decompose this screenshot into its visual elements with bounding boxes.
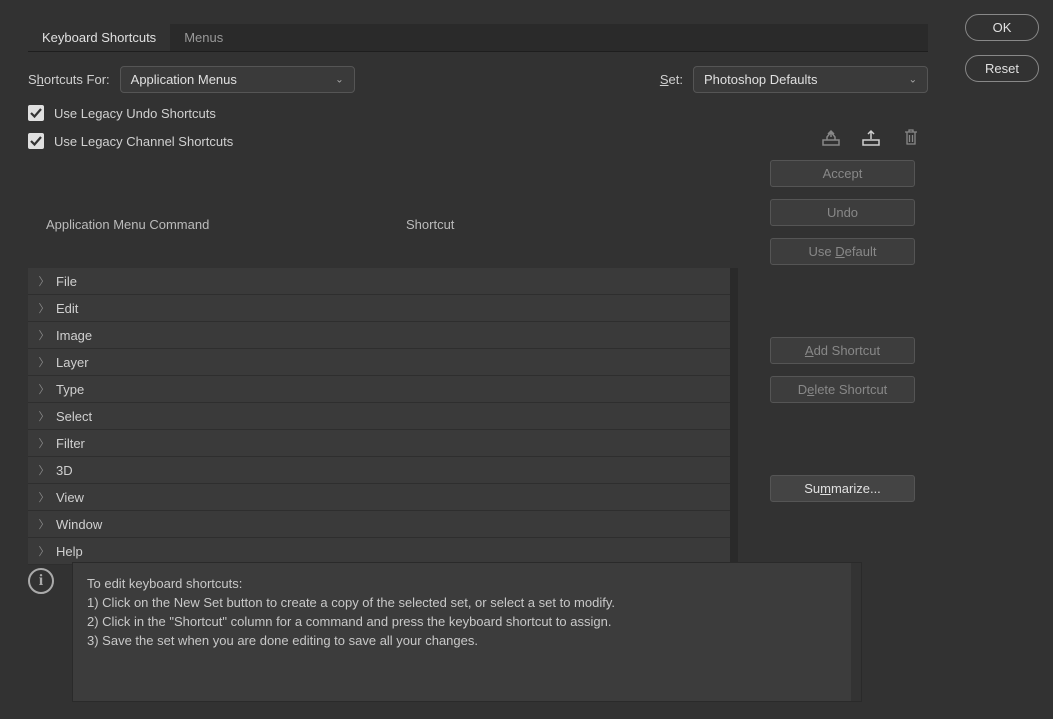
chevron-right-icon: 〉	[36, 273, 52, 289]
shortcuts-for-select[interactable]: Application Menus ⌄	[120, 66, 355, 93]
chevron-right-icon: 〉	[36, 516, 52, 532]
table-row[interactable]: 〉Select	[28, 403, 730, 430]
row-label: 3D	[52, 463, 73, 478]
row-label: Window	[52, 517, 102, 532]
table-row[interactable]: 〉Layer	[28, 349, 730, 376]
row-label: Filter	[52, 436, 85, 451]
table-row[interactable]: 〉Filter	[28, 430, 730, 457]
chevron-right-icon: 〉	[36, 327, 52, 343]
table-row[interactable]: 〉Help	[28, 538, 730, 565]
info-line: 1) Click on the New Set button to create…	[87, 594, 847, 613]
table-row[interactable]: 〉File	[28, 268, 730, 295]
chevron-right-icon: 〉	[36, 381, 52, 397]
row-label: Layer	[52, 355, 89, 370]
chevron-right-icon: 〉	[36, 489, 52, 505]
new-set-icon[interactable]	[860, 126, 882, 148]
chevron-right-icon: 〉	[36, 408, 52, 424]
row-label: File	[52, 274, 77, 289]
legacy-undo-label: Use Legacy Undo Shortcuts	[54, 106, 216, 121]
set-select[interactable]: Photoshop Defaults ⌄	[693, 66, 928, 93]
undo-button[interactable]: Undo	[770, 199, 915, 226]
shortcuts-for-label: Shortcuts For:	[28, 72, 110, 87]
table-row[interactable]: 〉3D	[28, 457, 730, 484]
row-label: Help	[52, 544, 83, 559]
row-label: Select	[52, 409, 92, 424]
use-default-button[interactable]: Use Default	[770, 238, 915, 265]
summarize-button[interactable]: Summarize...	[770, 475, 915, 502]
table-row[interactable]: 〉Type	[28, 376, 730, 403]
info-panel: To edit keyboard shortcuts: 1) Click on …	[72, 562, 862, 702]
table-row[interactable]: 〉Edit	[28, 295, 730, 322]
table-row[interactable]: 〉Image	[28, 322, 730, 349]
save-set-icon[interactable]	[820, 126, 842, 148]
legacy-undo-checkbox[interactable]	[28, 105, 44, 121]
chevron-right-icon: 〉	[36, 354, 52, 370]
legacy-channel-checkbox[interactable]	[28, 133, 44, 149]
chevron-right-icon: 〉	[36, 462, 52, 478]
tab-menus[interactable]: Menus	[170, 24, 237, 51]
row-label: View	[52, 490, 84, 505]
row-label: Type	[52, 382, 84, 397]
chevron-down-icon: ⌄	[335, 74, 343, 85]
info-icon: i	[28, 568, 54, 594]
delete-shortcut-button[interactable]: Delete Shortcut	[770, 376, 915, 403]
tab-bar: Keyboard Shortcuts Menus	[28, 24, 928, 52]
shortcuts-for-value: Application Menus	[131, 72, 237, 87]
info-line: To edit keyboard shortcuts:	[87, 575, 847, 594]
table-row[interactable]: 〉Window	[28, 511, 730, 538]
column-command: Application Menu Command	[46, 217, 406, 232]
chevron-right-icon: 〉	[36, 300, 52, 316]
accept-button[interactable]: Accept	[770, 160, 915, 187]
row-label: Edit	[52, 301, 78, 316]
command-table: 〉File 〉Edit 〉Image 〉Layer 〉Type 〉Select …	[28, 268, 738, 565]
set-value: Photoshop Defaults	[704, 72, 817, 87]
tab-keyboard-shortcuts[interactable]: Keyboard Shortcuts	[28, 24, 170, 51]
chevron-down-icon: ⌄	[909, 74, 917, 85]
reset-button[interactable]: Reset	[965, 55, 1039, 82]
column-shortcut: Shortcut	[406, 217, 454, 232]
info-line: 2) Click in the "Shortcut" column for a …	[87, 613, 847, 632]
table-row[interactable]: 〉View	[28, 484, 730, 511]
add-shortcut-button[interactable]: Add Shortcut	[770, 337, 915, 364]
set-label: Set:	[660, 72, 683, 87]
delete-set-icon[interactable]	[900, 126, 922, 148]
legacy-channel-label: Use Legacy Channel Shortcuts	[54, 134, 233, 149]
chevron-right-icon: 〉	[36, 435, 52, 451]
info-line: 3) Save the set when you are done editin…	[87, 632, 847, 651]
chevron-right-icon: 〉	[36, 543, 52, 559]
ok-button[interactable]: OK	[965, 14, 1039, 41]
row-label: Image	[52, 328, 92, 343]
